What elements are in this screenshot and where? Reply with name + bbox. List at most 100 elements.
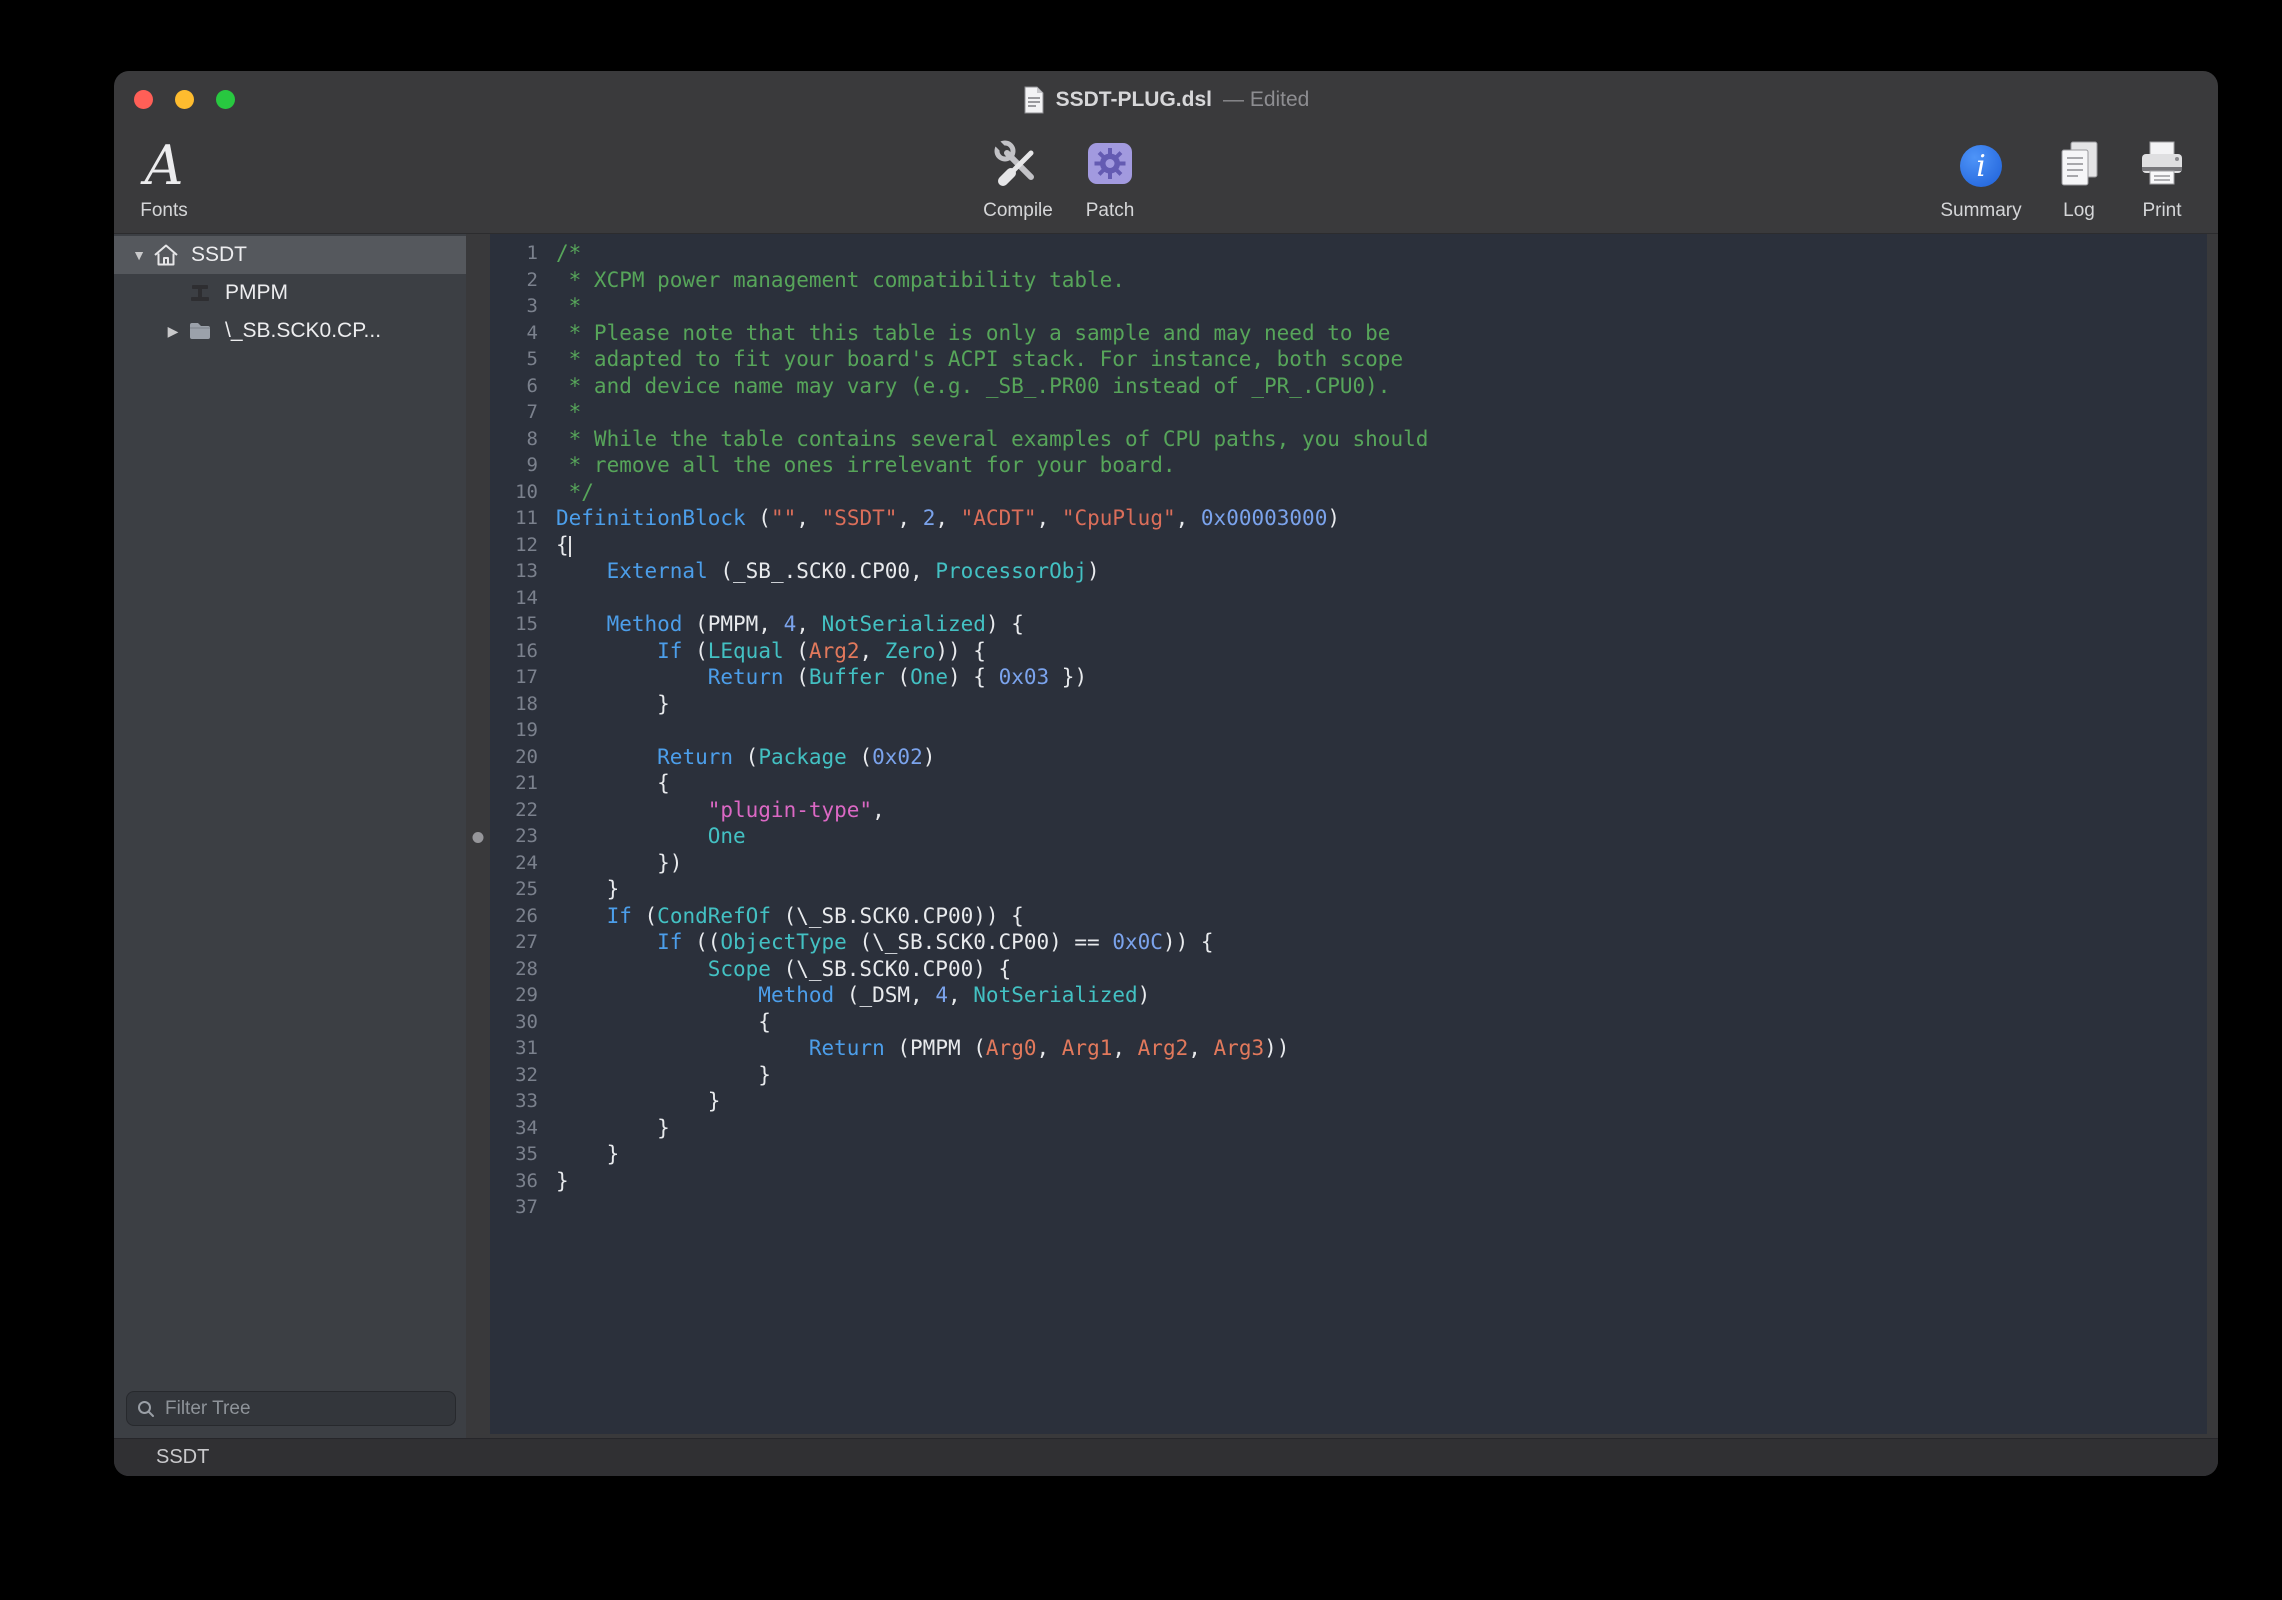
code-text: * Please note that this table is only a … — [556, 320, 1390, 347]
code-line-18[interactable]: 18 } — [490, 691, 2207, 718]
tree-item-ssdt[interactable]: ▼SSDT — [114, 236, 466, 274]
pane-splitter[interactable] — [466, 234, 490, 1438]
code-line-27[interactable]: 27 If ((ObjectType (\_SB.SCK0.CP00) == 0… — [490, 929, 2207, 956]
code-line-6[interactable]: 6 * and device name may vary (e.g. _SB_.… — [490, 373, 2207, 400]
navigator-tree[interactable]: ▼SSDTPMPM ▶ \_SB.SCK0.CP... — [114, 234, 466, 1391]
code-line-9[interactable]: 9 * remove all the ones irrelevant for y… — [490, 452, 2207, 479]
code-line-37[interactable]: 37 — [490, 1194, 2207, 1221]
splitter-handle[interactable] — [473, 832, 484, 843]
code-line-33[interactable]: 33 } — [490, 1088, 2207, 1115]
code-line-28[interactable]: 28 Scope (\_SB.SCK0.CP00) { — [490, 956, 2207, 983]
disclosure-triangle-icon[interactable]: ▼ — [128, 247, 150, 263]
code-line-16[interactable]: 16 If (LEqual (Arg2, Zero)) { — [490, 638, 2207, 665]
code-text: * While the table contains several examp… — [556, 426, 1428, 453]
printer-icon — [2137, 140, 2187, 193]
disclosure-triangle-icon[interactable]: ▶ — [162, 323, 184, 340]
code-line-23[interactable]: 23 One — [490, 823, 2207, 850]
filter-tree-input[interactable] — [163, 1397, 445, 1421]
line-number: 30 — [490, 1009, 556, 1036]
line-number: 28 — [490, 956, 556, 983]
code-text: Return (Buffer (One) { 0x03 }) — [556, 664, 1087, 691]
code-text: } — [556, 1141, 619, 1168]
code-line-31[interactable]: 31 Return (PMPM (Arg0, Arg1, Arg2, Arg3)… — [490, 1035, 2207, 1062]
window-title: SSDT-PLUG.dsl — [1056, 88, 1212, 112]
code-line-30[interactable]: 30 { — [490, 1009, 2207, 1036]
code-editor[interactable]: 1/*2 * XCPM power management compatibili… — [490, 234, 2207, 1434]
code-text: } — [556, 691, 670, 718]
code-line-5[interactable]: 5 * adapted to fit your board's ACPI sta… — [490, 346, 2207, 373]
sidebar: ▼SSDTPMPM ▶ \_SB.SCK0.CP... — [114, 234, 466, 1438]
code-text: } — [556, 1088, 720, 1115]
line-number: 37 — [490, 1194, 556, 1221]
line-number: 22 — [490, 797, 556, 824]
code-line-17[interactable]: 17 Return (Buffer (One) { 0x03 }) — [490, 664, 2207, 691]
code-line-11[interactable]: 11DefinitionBlock ("", "SSDT", 2, "ACDT"… — [490, 505, 2207, 532]
code-text: One — [556, 823, 746, 850]
print-label: Print — [2142, 201, 2181, 220]
code-line-19[interactable]: 19 — [490, 717, 2207, 744]
titlebar[interactable]: SSDT-PLUG.dsl — Edited — [114, 71, 2218, 129]
print-button[interactable]: Print — [2087, 133, 2218, 220]
line-number: 29 — [490, 982, 556, 1009]
code-line-20[interactable]: 20 Return (Package (0x02) — [490, 744, 2207, 771]
line-number: 2 — [490, 267, 556, 294]
patch-button[interactable]: Patch — [1035, 133, 1185, 220]
method-icon — [184, 283, 216, 303]
filter-tree-field[interactable] — [126, 1391, 456, 1426]
code-line-3[interactable]: 3 * — [490, 293, 2207, 320]
code-text: If (LEqual (Arg2, Zero)) { — [556, 638, 986, 665]
code-line-13[interactable]: 13 External (_SB_.SCK0.CP00, ProcessorOb… — [490, 558, 2207, 585]
line-number: 25 — [490, 876, 556, 903]
fonts-button[interactable]: A Fonts — [114, 133, 239, 220]
code-line-7[interactable]: 7 * — [490, 399, 2207, 426]
code-text: } — [556, 1168, 569, 1195]
line-number: 8 — [490, 426, 556, 453]
statusbar-text: SSDT — [156, 1446, 209, 1469]
text-caret — [569, 536, 571, 557]
line-number: 24 — [490, 850, 556, 877]
tree-item-label: \_SB.SCK0.CP... — [225, 319, 381, 343]
search-icon — [137, 1400, 155, 1418]
line-number: 20 — [490, 744, 556, 771]
code-text: } — [556, 876, 619, 903]
code-line-4[interactable]: 4 * Please note that this table is only … — [490, 320, 2207, 347]
code-text: }) — [556, 850, 682, 877]
code-line-36[interactable]: 36} — [490, 1168, 2207, 1195]
fonts-label: Fonts — [140, 201, 188, 220]
code-text: "plugin-type", — [556, 797, 885, 824]
code-text: Method (PMPM, 4, NotSerialized) { — [556, 611, 1024, 638]
code-text: * remove all the ones irrelevant for you… — [556, 452, 1176, 479]
tree-item-pmpm[interactable]: PMPM — [114, 274, 466, 312]
code-line-29[interactable]: 29 Method (_DSM, 4, NotSerialized) — [490, 982, 2207, 1009]
code-line-2[interactable]: 2 * XCPM power management compatibility … — [490, 267, 2207, 294]
code-line-32[interactable]: 32 } — [490, 1062, 2207, 1089]
folder-icon — [184, 321, 216, 341]
line-number: 33 — [490, 1088, 556, 1115]
line-number: 17 — [490, 664, 556, 691]
code-text: Return (Package (0x02) — [556, 744, 935, 771]
line-number: 26 — [490, 903, 556, 930]
code-line-22[interactable]: 22 "plugin-type", — [490, 797, 2207, 824]
code-line-25[interactable]: 25 } — [490, 876, 2207, 903]
code-line-10[interactable]: 10 */ — [490, 479, 2207, 506]
house-icon — [150, 243, 182, 267]
code-text: DefinitionBlock ("", "SSDT", 2, "ACDT", … — [556, 505, 1340, 532]
line-number: 6 — [490, 373, 556, 400]
code-line-14[interactable]: 14 — [490, 585, 2207, 612]
code-line-15[interactable]: 15 Method (PMPM, 4, NotSerialized) { — [490, 611, 2207, 638]
code-line-34[interactable]: 34 } — [490, 1115, 2207, 1142]
code-line-35[interactable]: 35 } — [490, 1141, 2207, 1168]
code-text: * adapted to fit your board's ACPI stack… — [556, 346, 1403, 373]
fonts-icon: A — [145, 139, 184, 193]
tree-item-sb-sck0-cp[interactable]: ▶ \_SB.SCK0.CP... — [114, 312, 466, 350]
code-line-1[interactable]: 1/* — [490, 240, 2207, 267]
code-line-26[interactable]: 26 If (CondRefOf (\_SB.SCK0.CP00)) { — [490, 903, 2207, 930]
code-line-12[interactable]: 12{ — [490, 532, 2207, 559]
code-line-21[interactable]: 21 { — [490, 770, 2207, 797]
patch-gear-icon — [1085, 141, 1135, 192]
code-line-24[interactable]: 24 }) — [490, 850, 2207, 877]
code-text: * XCPM power management compatibility ta… — [556, 267, 1125, 294]
editor-container: 1/*2 * XCPM power management compatibili… — [490, 234, 2218, 1438]
code-text: Return (PMPM (Arg0, Arg1, Arg2, Arg3)) — [556, 1035, 1289, 1062]
code-line-8[interactable]: 8 * While the table contains several exa… — [490, 426, 2207, 453]
